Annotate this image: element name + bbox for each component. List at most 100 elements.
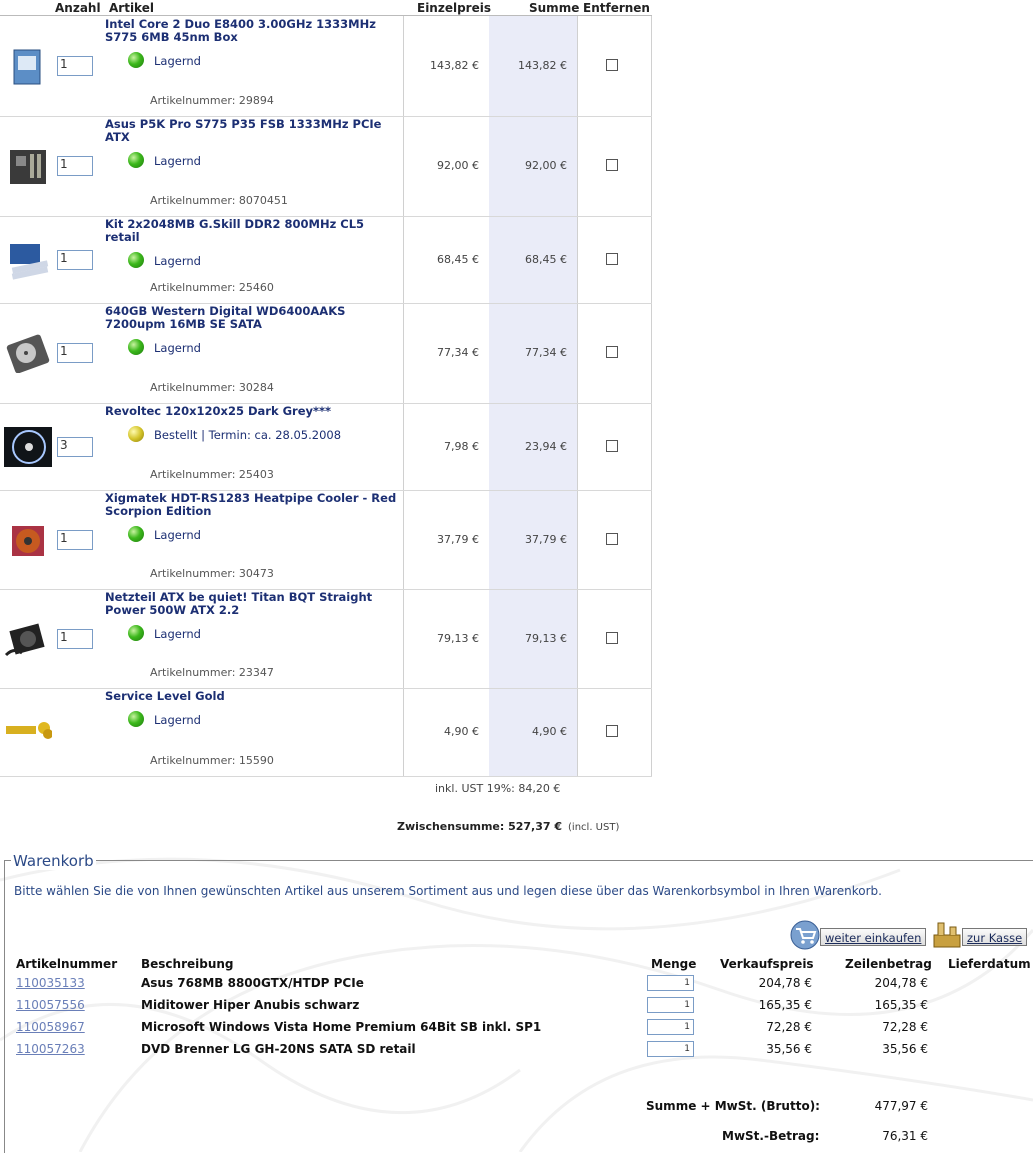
product-title-link[interactable]: Netzteil ATX be quiet! Titan BQT Straigh…: [105, 591, 400, 617]
quantity-input[interactable]: 1: [647, 1041, 694, 1057]
quantity-input[interactable]: 1: [57, 343, 93, 363]
cart-row: 1 Netzteil ATX be quiet! Titan BQT Straig…: [0, 589, 652, 689]
stock-status: Lagernd: [154, 54, 201, 68]
wk-header-price: Verkaufspreis: [720, 957, 814, 971]
cpu-box-icon[interactable]: [4, 46, 52, 86]
article-number-link[interactable]: 110057263: [16, 1042, 85, 1056]
article-number: Artikelnummer: 15590: [150, 754, 274, 767]
item-description: Miditower Hiper Anubis schwarz: [141, 998, 360, 1012]
unit-price: 7,98 €: [444, 440, 479, 453]
article-number-link[interactable]: 110035133: [16, 976, 85, 990]
remove-checkbox[interactable]: [606, 632, 618, 644]
wk-header-delivery: Lieferdatum: [948, 957, 1031, 971]
cart-row: 1 Kit 2x2048MB G.Skill DDR2 800MHz CL5 re…: [0, 216, 652, 304]
service-gold-logo[interactable]: [4, 712, 52, 752]
subtotal-label: Zwischensumme: 527,37 €: [397, 820, 563, 833]
row-sum: 68,45 €: [525, 253, 567, 266]
remove-checkbox[interactable]: [606, 346, 618, 358]
row-sum: 79,13 €: [525, 632, 567, 645]
tax-amount-label: MwSt.-Betrag:: [722, 1129, 820, 1143]
quantity-input[interactable]: 3: [57, 437, 93, 457]
checkout-button[interactable]: zur Kasse: [962, 928, 1028, 946]
green-status-dot-icon: [128, 339, 144, 355]
power-supply-icon[interactable]: [4, 619, 52, 659]
quantity-input[interactable]: 1: [57, 156, 93, 176]
wk-header-desc: Beschreibung: [141, 957, 234, 971]
unit-price: 68,45 €: [437, 253, 479, 266]
warenkorb-row: 110057556 Miditower Hiper Anubis schwarz 1…: [0, 996, 1033, 1018]
quantity-input[interactable]: 1: [57, 530, 93, 550]
checkout-register-icon[interactable]: [930, 919, 964, 949]
article-number: Artikelnummer: 25403: [150, 468, 274, 481]
line-total: 165,35 €: [874, 998, 928, 1012]
motherboard-icon[interactable]: [4, 146, 52, 186]
article-number: Artikelnummer: 30473: [150, 567, 274, 580]
article-number-link[interactable]: 110058967: [16, 1020, 85, 1034]
sale-price: 72,28 €: [766, 1020, 812, 1034]
warenkorb-info: Bitte wählen Sie die von Ihnen gewünscht…: [14, 884, 882, 898]
product-title-link[interactable]: Revoltec 120x120x25 Dark Grey***: [105, 405, 400, 418]
remove-checkbox[interactable]: [606, 533, 618, 545]
quantity-input[interactable]: 1: [57, 56, 93, 76]
header-article: Artikel: [109, 1, 154, 15]
article-number: Artikelnummer: 8070451: [150, 194, 288, 207]
warenkorb-row: 110035133 Asus 768MB 8800GTX/HTDP PCIe 1 20…: [0, 974, 1033, 996]
sale-price: 165,35 €: [758, 998, 812, 1012]
unit-price: 4,90 €: [444, 725, 479, 738]
stock-status: Lagernd: [154, 154, 201, 168]
row-sum: 23,94 €: [525, 440, 567, 453]
article-number: Artikelnummer: 30284: [150, 381, 274, 394]
case-fan-icon[interactable]: [4, 427, 52, 467]
continue-shopping-button[interactable]: weiter einkaufen: [820, 928, 927, 946]
yellow-status-dot-icon: [128, 426, 144, 442]
product-title-link[interactable]: Asus P5K Pro S775 P35 FSB 1333MHz PCIe A…: [105, 118, 400, 144]
green-status-dot-icon: [128, 252, 144, 268]
stock-status: Bestellt | Termin: ca. 28.05.2008: [154, 428, 342, 442]
product-title-link[interactable]: Kit 2x2048MB G.Skill DDR2 800MHz CL5 ret…: [105, 218, 400, 244]
article-number-link[interactable]: 110057556: [16, 998, 85, 1012]
row-sum: 4,90 €: [532, 725, 567, 738]
sale-price: 35,56 €: [766, 1042, 812, 1056]
stock-status: Lagernd: [154, 254, 201, 268]
remove-checkbox[interactable]: [606, 440, 618, 452]
product-title-link[interactable]: Service Level Gold: [105, 690, 400, 703]
product-title-link[interactable]: Xigmatek HDT-RS1283 Heatpipe Cooler - Re…: [105, 492, 400, 518]
product-title-link[interactable]: Intel Core 2 Duo E8400 3.00GHz 1333MHz S…: [105, 18, 400, 44]
article-number: Artikelnummer: 25460: [150, 281, 274, 294]
header-sum: Summe: [529, 1, 580, 15]
warenkorb-legend: Warenkorb: [11, 852, 96, 870]
remove-checkbox[interactable]: [606, 725, 618, 737]
article-number: Artikelnummer: 29894: [150, 94, 274, 107]
remove-checkbox[interactable]: [606, 253, 618, 265]
subtotal-note: (incl. UST): [568, 822, 620, 833]
remove-checkbox[interactable]: [606, 159, 618, 171]
cart-row: Service Level Gold Lagernd Artikelnummer: …: [0, 688, 652, 777]
unit-price: 37,79 €: [437, 533, 479, 546]
green-status-dot-icon: [128, 625, 144, 641]
cart-row: 1 640GB Western Digital WD6400AAKS 7200up…: [0, 303, 652, 404]
green-status-dot-icon: [128, 526, 144, 542]
header-unit-price: Einzelpreis: [417, 1, 491, 15]
cart-icon[interactable]: [788, 919, 822, 951]
ram-kit-icon[interactable]: [4, 240, 52, 280]
product-title-link[interactable]: 640GB Western Digital WD6400AAKS 7200upm…: [105, 305, 400, 331]
quantity-input[interactable]: 1: [57, 629, 93, 649]
tax-line: inkl. UST 19%: 84,20 €: [435, 782, 561, 795]
cart-row: 1 Xigmatek HDT-RS1283 Heatpipe Cooler - R…: [0, 490, 652, 590]
cpu-cooler-icon[interactable]: [4, 520, 52, 560]
item-description: Microsoft Windows Vista Home Premium 64B…: [141, 1020, 542, 1034]
remove-checkbox[interactable]: [606, 59, 618, 71]
line-total: 204,78 €: [874, 976, 928, 990]
item-description: DVD Brenner LG GH-20NS SATA SD retail: [141, 1042, 416, 1056]
quantity-input[interactable]: 1: [647, 997, 694, 1013]
sale-price: 204,78 €: [758, 976, 812, 990]
total-label: Summe + MwSt. (Brutto):: [646, 1099, 820, 1113]
quantity-input[interactable]: 1: [647, 1019, 694, 1035]
line-total: 35,56 €: [882, 1042, 928, 1056]
stock-status: Lagernd: [154, 713, 201, 727]
unit-price: 92,00 €: [437, 159, 479, 172]
quantity-input[interactable]: 1: [57, 250, 93, 270]
hard-drive-icon[interactable]: [4, 333, 52, 373]
quantity-input[interactable]: 1: [647, 975, 694, 991]
row-sum: 92,00 €: [525, 159, 567, 172]
